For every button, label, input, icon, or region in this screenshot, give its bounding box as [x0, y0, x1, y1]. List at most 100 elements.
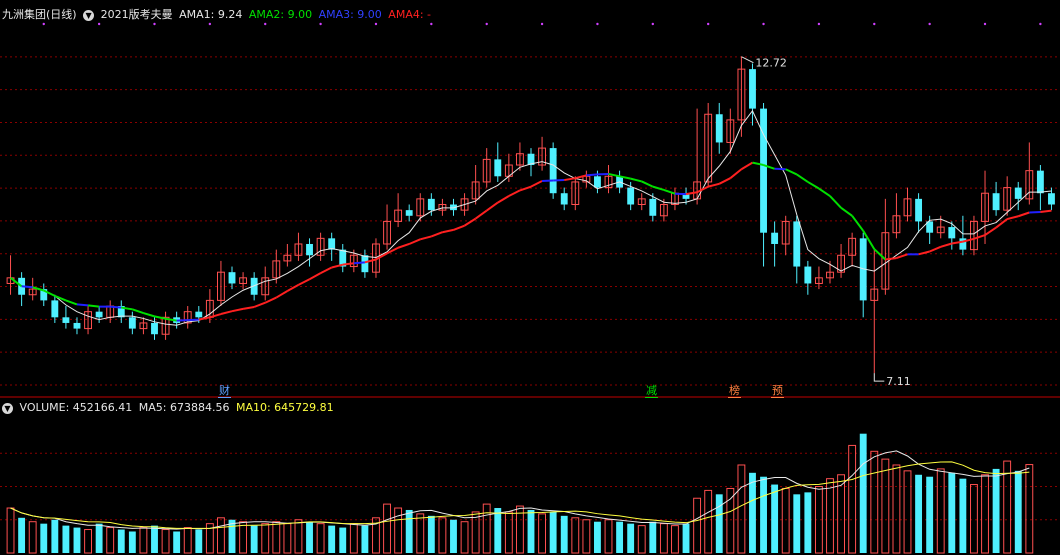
- ama-segment: [685, 191, 698, 196]
- marker-jian[interactable]: 减: [645, 384, 658, 398]
- volume-bar: [582, 519, 591, 554]
- ama-segment: [442, 228, 454, 234]
- marker-cai[interactable]: 财: [218, 384, 231, 398]
- signal-dot: [817, 22, 821, 26]
- volume-bar: [992, 468, 1000, 553]
- volume-bar: [84, 529, 92, 554]
- volume-bar: [272, 521, 281, 554]
- volume-bar: [405, 509, 413, 553]
- candle-body: [228, 272, 236, 284]
- volume-dropdown-icon[interactable]: ▼: [2, 402, 13, 414]
- signal-dot: [153, 22, 156, 26]
- low-arrow: [873, 373, 885, 382]
- ama-segment: [353, 261, 365, 265]
- signal-dot: [264, 22, 267, 26]
- candle-body: [749, 69, 756, 109]
- volume-bar: [438, 517, 447, 554]
- candle-body: [715, 114, 723, 143]
- candle-body: [427, 198, 435, 211]
- volume-bar: [228, 519, 236, 553]
- volume-bar: [183, 527, 192, 554]
- signal-dot: [596, 22, 599, 26]
- volume-bar: [848, 444, 857, 554]
- signal-dot: [540, 22, 544, 26]
- volume-bar: [450, 519, 457, 553]
- candle-body: [51, 300, 59, 318]
- marker-bang[interactable]: 榜: [728, 384, 741, 398]
- signal-dot: [374, 22, 378, 26]
- ama-segment: [1040, 209, 1052, 214]
- candle-body: [151, 322, 158, 335]
- signal-dot: [983, 22, 987, 26]
- kline-chart[interactable]: 12.72 7.11: [0, 0, 1060, 555]
- ama-segment: [110, 305, 122, 309]
- volume-bar: [560, 515, 568, 553]
- volume-bar: [616, 521, 624, 553]
- ama-segment: [331, 263, 343, 269]
- ama-segment: [231, 307, 244, 313]
- low-price-label: 7.11: [886, 375, 911, 388]
- ama-segment: [508, 189, 521, 197]
- price-panel-header: 九洲集团(日线) ▼ 2021版考夫曼 AMA1: 9.24 AMA2: 9.0…: [2, 8, 434, 22]
- candle-body: [1036, 170, 1044, 194]
- ama-segment: [630, 177, 642, 183]
- ama-segment: [984, 226, 997, 236]
- ama-segment: [940, 242, 953, 248]
- ama-segment: [896, 253, 908, 260]
- ama-segment: [320, 266, 333, 275]
- volume-bar: [527, 509, 535, 553]
- volume-bar: [671, 525, 679, 554]
- volume-bar: [283, 523, 292, 554]
- volume-bar: [328, 525, 336, 553]
- signal-dot: [762, 22, 765, 26]
- ma10-value: MA10: 645729.81: [235, 401, 334, 414]
- volume-bar: [649, 521, 657, 553]
- ama-segment: [696, 185, 709, 194]
- ama-segment: [885, 257, 897, 261]
- indicator-dropdown-icon[interactable]: ▼: [83, 9, 95, 21]
- volume-bar: [250, 525, 258, 553]
- signal-dot: [430, 22, 433, 26]
- volume-bar: [604, 519, 613, 554]
- volume-bar: [926, 476, 934, 553]
- ama-segment: [453, 224, 465, 231]
- ama-segment: [242, 305, 255, 310]
- marker-yu[interactable]: 预: [771, 384, 784, 398]
- volume-bar: [361, 525, 369, 553]
- ama-segment: [275, 290, 288, 299]
- candle-body: [948, 227, 956, 239]
- ama-segment: [840, 206, 853, 217]
- volume-bar: [151, 525, 158, 553]
- signal-dot: [208, 22, 212, 26]
- ama-segment: [497, 195, 510, 204]
- candle-body: [328, 238, 336, 250]
- volume-bar: [6, 507, 15, 554]
- ama-segment: [586, 173, 598, 177]
- signal-dot: [97, 22, 101, 26]
- ama-segment: [486, 201, 499, 212]
- ama-segment: [530, 180, 543, 188]
- ama-segment: [209, 313, 222, 319]
- volume-bar: [306, 521, 313, 553]
- volume-bar: [915, 474, 923, 553]
- ama-segment: [796, 173, 809, 183]
- volume-bar: [749, 472, 756, 553]
- volume-bar: [959, 478, 967, 553]
- volume-bar: [538, 513, 547, 554]
- indicator-name: 2021版考夫曼: [100, 8, 173, 21]
- ama1-value: AMA1: 9.24: [179, 8, 243, 21]
- stock-name: 九洲集团(日线): [2, 8, 77, 21]
- volume-bar: [494, 508, 502, 553]
- volume-bar: [571, 517, 580, 554]
- volume-bar: [161, 529, 170, 554]
- signal-dot: [706, 22, 710, 26]
- volume-bar: [970, 484, 978, 554]
- ama-segment: [132, 308, 144, 315]
- volume-bar: [40, 523, 48, 553]
- volume-bar: [62, 525, 70, 553]
- volume-bar: [139, 527, 148, 554]
- volume-bar: [594, 521, 601, 553]
- ama-segment: [464, 217, 477, 227]
- ama-segment: [740, 161, 753, 171]
- volume-bar: [637, 525, 646, 554]
